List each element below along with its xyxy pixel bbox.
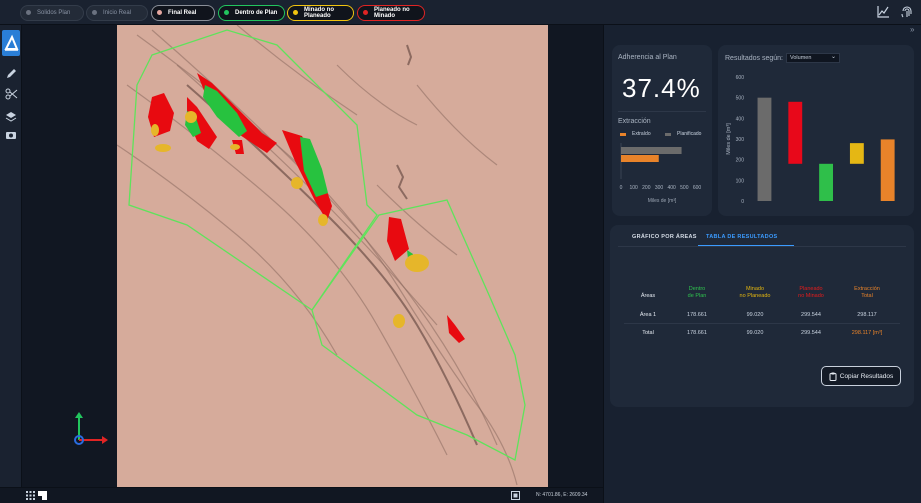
- extraction-tick-label: 600: [693, 185, 702, 191]
- results-y-tick: 100: [736, 178, 745, 184]
- extraction-chart: 0 100 200 300 400 500 600: [620, 143, 702, 191]
- tabs-divider: [618, 246, 906, 247]
- adherence-title: Adherencia al Plan: [618, 54, 677, 61]
- toggle-solidos-plan[interactable]: Solidos Plan: [20, 5, 84, 21]
- cell-planeado-1: 299.544: [801, 312, 821, 318]
- coordinates-readout: N: 4701.86, E: 2609.34: [536, 492, 588, 498]
- clipboard-icon: [829, 372, 837, 381]
- extraction-tick-label: 500: [680, 185, 689, 191]
- extraction-tick-label: 200: [642, 185, 651, 191]
- results-title: Resultados según:: [725, 55, 783, 62]
- toggle-label: Final Real: [168, 10, 197, 16]
- results-metric-select[interactable]: Volumen ⌄: [786, 53, 840, 63]
- chart-toggle-icon[interactable]: [876, 5, 890, 19]
- camera-icon[interactable]: [4, 128, 18, 142]
- results-y-tick: 200: [736, 158, 745, 164]
- col-header-extraccion: Extracción Total: [854, 286, 880, 299]
- legend-swatch-planificado: [665, 133, 671, 136]
- toggle-dentro-de-plan[interactable]: Dentro de Plan: [218, 5, 285, 21]
- cell-dentro-total: 178.661: [687, 330, 707, 336]
- toggle-final-real[interactable]: Final Real: [151, 5, 215, 21]
- results-y-tick: 300: [736, 137, 745, 143]
- status-dot: [26, 10, 31, 15]
- top-toolbar: Solidos Plan Inicio Real Final Real Dent…: [0, 0, 921, 25]
- toggle-planeado-no-minado[interactable]: Planeado no Minado: [357, 5, 425, 21]
- extraction-tick-label: 0: [620, 185, 623, 191]
- results-y-tick: 0: [741, 199, 744, 205]
- legend-swatch-extraido: [620, 133, 626, 136]
- plan-boundary-north: [128, 29, 378, 311]
- status-dot: [224, 10, 229, 15]
- copy-results-button[interactable]: Copiar Resultados: [821, 366, 901, 386]
- results-y-tick: 600: [736, 75, 745, 81]
- extraction-xlabel: Miles de [m³]: [647, 198, 677, 204]
- toggle-inicio-real[interactable]: Inicio Real: [86, 5, 148, 21]
- extraction-tick-label: 100: [629, 185, 638, 191]
- extraction-bar-planificado: [621, 147, 682, 154]
- extraction-bar-extraido: [621, 155, 659, 162]
- results-bar: [849, 143, 864, 164]
- status-dot: [293, 10, 298, 15]
- expand-icon[interactable]: [511, 491, 520, 500]
- results-panel: » Adherencia al Plan 37.4% Extracción Ex…: [603, 25, 921, 503]
- col-header-minado: Minado no Planeado: [739, 286, 771, 299]
- cell-minado-total: 99.020: [746, 330, 764, 336]
- toggle-label: Planeado no Minado: [374, 7, 410, 19]
- status-bar: N: 4701.86, E: 2609.34: [0, 487, 603, 503]
- col-header-dentro: Dentro de Plan: [687, 286, 707, 299]
- cell-planeado-total: 299.544: [801, 330, 821, 336]
- row-divider: [624, 323, 900, 324]
- results-bar: [819, 163, 834, 201]
- cell-minado-1: 99.020: [746, 312, 764, 318]
- toggle-label: Minado no Planeado: [304, 7, 334, 19]
- scissors-icon[interactable]: [4, 87, 18, 101]
- results-chart-card: Resultados según: Volumen ⌄ 600 500 400 300…: [718, 45, 914, 216]
- col-header-planeado: Planeado no Minado: [798, 286, 824, 299]
- axis-gizmo: [74, 412, 108, 445]
- toggle-label: Solidos Plan: [37, 10, 71, 16]
- toggle-label: Inicio Real: [103, 10, 132, 16]
- extraction-tick-label: 300: [655, 185, 664, 191]
- app-logo[interactable]: [2, 30, 20, 56]
- collapse-panel-icon[interactable]: »: [910, 25, 914, 34]
- results-bar: [788, 101, 803, 164]
- layers-icon[interactable]: [4, 110, 18, 124]
- results-bar: [880, 139, 895, 201]
- terrain-overlay: [117, 25, 526, 486]
- status-dot: [363, 10, 368, 15]
- chevron-down-icon: ⌄: [830, 54, 836, 60]
- extraction-tick-label: 400: [667, 185, 676, 191]
- toggle-label: Dentro de Plan: [235, 10, 278, 16]
- plan-boundary-south: [311, 199, 526, 461]
- terrain-map[interactable]: [117, 25, 548, 487]
- cell-extraccion-1: 298.117: [857, 312, 877, 318]
- divider: [618, 111, 706, 112]
- legend-label-planificado: Planificado: [677, 131, 702, 137]
- tab-tabla-de-resultados[interactable]: TABLA DE RESULTADOS: [706, 234, 778, 240]
- tab-grafico-por-areas[interactable]: GRÁFICO POR ÁREAS: [632, 234, 697, 240]
- select-value: Volumen: [790, 55, 812, 61]
- grid-icon[interactable]: [26, 491, 35, 500]
- adherence-value: 37.4%: [622, 73, 701, 103]
- view-cube-icon[interactable]: [38, 491, 47, 500]
- results-bar: [757, 97, 772, 201]
- cell-extraccion-total: 298.117 [m³]: [851, 330, 883, 336]
- extraction-title: Extracción: [618, 118, 651, 125]
- results-y-tick: 400: [736, 116, 745, 122]
- copy-results-label: Copiar Resultados: [839, 372, 894, 380]
- logo-icon: [4, 34, 19, 51]
- results-y-label: Miles de [m³]: [726, 123, 732, 155]
- toggle-minado-no-planeado[interactable]: Minado no Planeado: [287, 5, 354, 21]
- legend-label-extraido: Extraído: [632, 131, 651, 137]
- fingerprint-icon[interactable]: [900, 5, 914, 19]
- cell-dentro-1: 178.661: [687, 312, 707, 318]
- results-table-card: GRÁFICO POR ÁREAS TABLA DE RESULTADOS Ár…: [610, 225, 914, 407]
- results-bar-chart: 600 500 400 300 200 100 0 Miles de [m³]: [726, 75, 895, 205]
- pencil-icon[interactable]: [4, 67, 18, 81]
- adherence-card: Adherencia al Plan 37.4% Extracción Extr…: [612, 45, 712, 216]
- status-dot: [92, 10, 97, 15]
- left-toolbar: [0, 25, 22, 487]
- status-dot: [157, 10, 162, 15]
- results-y-tick: 500: [736, 96, 745, 102]
